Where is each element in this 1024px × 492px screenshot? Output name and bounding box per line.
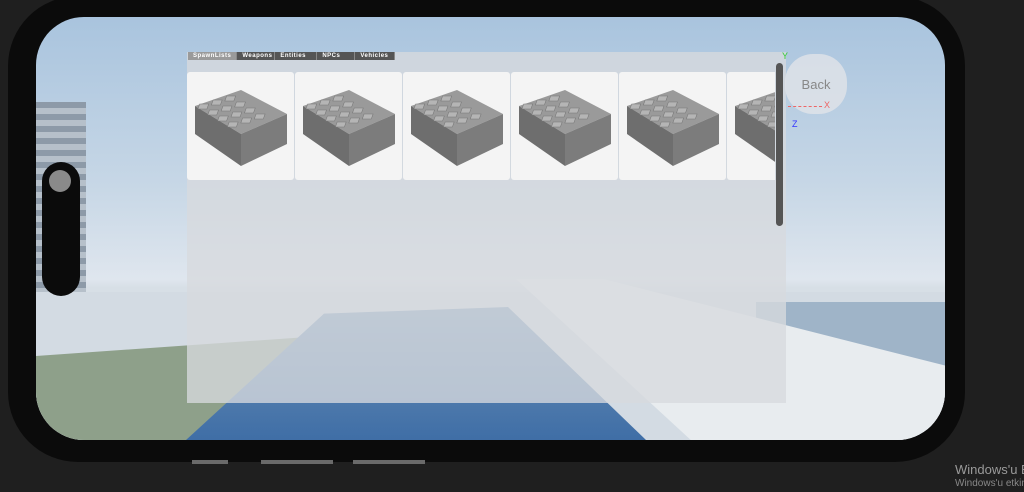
tab-vehicles[interactable]: Vehicles (355, 52, 396, 60)
spawn-item[interactable] (619, 72, 726, 180)
spawn-item[interactable] (295, 72, 402, 180)
taskbar-indicator (261, 460, 333, 464)
brick-icon (303, 90, 395, 166)
spawn-item[interactable] (187, 72, 294, 180)
game-viewport[interactable]: SpawnLists Weapons Entities NPCs Vehicle… (36, 17, 945, 440)
spawn-item[interactable] (403, 72, 510, 180)
item-grid (187, 72, 775, 180)
tab-bar: SpawnLists Weapons Entities NPCs Vehicle… (188, 52, 396, 60)
taskbar-indicator (192, 460, 228, 464)
tab-spawnlists[interactable]: SpawnLists (188, 52, 238, 60)
axis-z-label: Z (792, 119, 798, 129)
axis-x-label: X (824, 100, 831, 110)
brick-icon (627, 90, 719, 166)
activation-watermark-text: Windows'u etkin (955, 478, 1024, 489)
joystick-knob[interactable] (49, 170, 71, 192)
activation-watermark-title: Windows'u E (955, 462, 1024, 477)
scrollbar[interactable] (776, 63, 783, 226)
brick-icon (735, 92, 775, 162)
brick-icon (519, 90, 611, 166)
axis-x-line (788, 106, 822, 107)
spawn-item[interactable] (727, 72, 775, 180)
back-button[interactable]: Back (785, 54, 847, 114)
spawn-menu: SpawnLists Weapons Entities NPCs Vehicle… (187, 52, 786, 403)
brick-icon (411, 90, 503, 166)
tab-npcs[interactable]: NPCs (317, 52, 356, 60)
axis-y-label: Y (782, 51, 789, 61)
brick-icon (195, 90, 287, 166)
tab-entities[interactable]: Entities (275, 52, 318, 60)
spawn-item[interactable] (511, 72, 618, 180)
joystick[interactable] (42, 162, 80, 296)
taskbar-indicator (353, 460, 425, 464)
tab-weapons[interactable]: Weapons (237, 52, 276, 60)
